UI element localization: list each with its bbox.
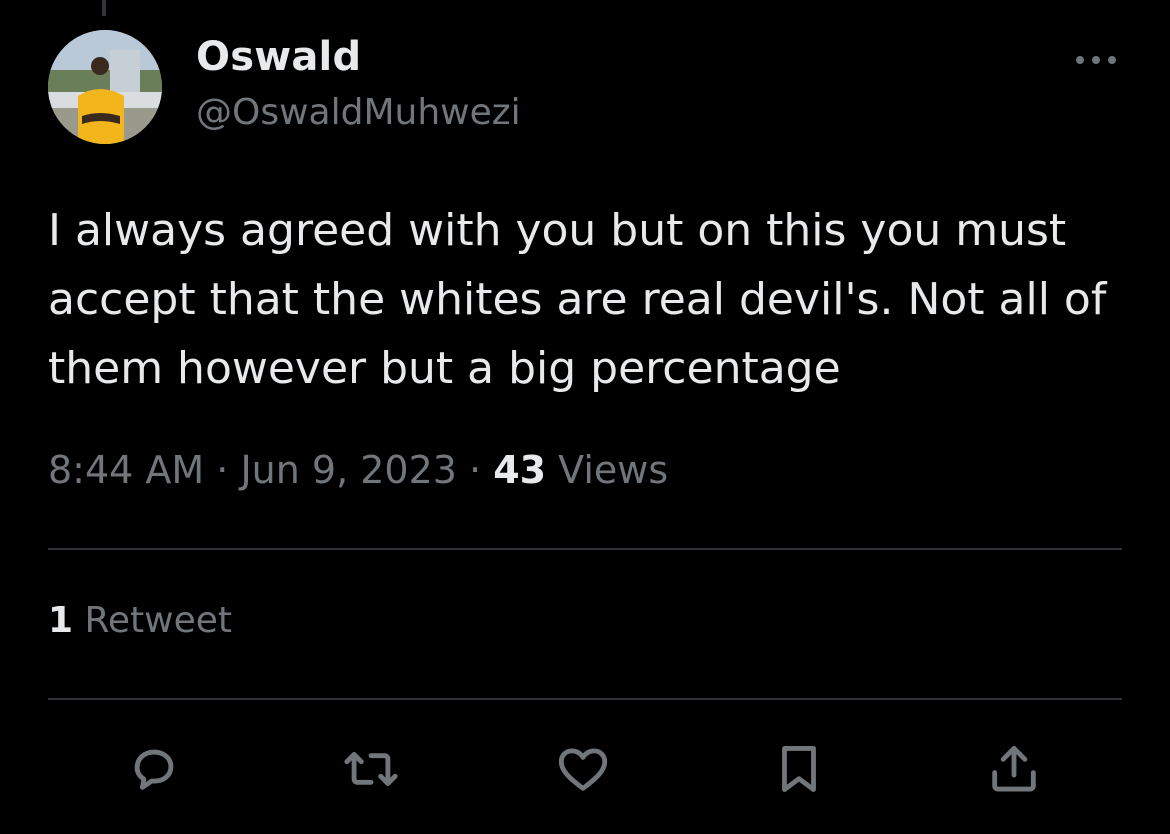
avatar-photo <box>48 30 162 144</box>
share-button[interactable] <box>985 740 1043 798</box>
user-handle[interactable]: @OswaldMuhwezi <box>196 92 521 133</box>
tweet-meta: 8:44 AM · Jun 9, 2023 · 43 Views <box>48 448 668 492</box>
tweet-detail: Oswald @OswaldMuhwezi I always agreed wi… <box>0 0 1170 834</box>
more-options-icon[interactable] <box>1072 48 1120 72</box>
like-button[interactable] <box>554 740 612 798</box>
like-icon <box>558 748 608 791</box>
retweet-icon <box>344 752 398 786</box>
views-count: 43 <box>493 448 547 492</box>
divider <box>48 548 1122 550</box>
divider <box>48 698 1122 700</box>
views-label: Views <box>546 448 669 492</box>
bookmark-button[interactable] <box>770 740 828 798</box>
tweet-time[interactable]: 8:44 AM <box>48 448 204 492</box>
meta-separator: · <box>204 448 241 492</box>
meta-separator: · <box>456 448 494 492</box>
thread-connector-line <box>102 0 106 16</box>
reply-icon <box>134 749 174 790</box>
retweet-count: 1 <box>48 600 74 641</box>
retweet-button[interactable] <box>342 740 400 798</box>
display-name[interactable]: Oswald <box>196 34 361 80</box>
retweets-stat[interactable]: 1 Retweet <box>48 600 232 641</box>
avatar[interactable] <box>48 30 162 144</box>
bookmark-icon <box>782 746 816 792</box>
reply-button[interactable] <box>125 740 183 798</box>
share-icon <box>992 746 1036 792</box>
tweet-text: I always agreed with you but on this you… <box>48 205 1107 394</box>
tweet-date[interactable]: Jun 9, 2023 <box>240 448 457 492</box>
retweet-label: Retweet <box>73 600 233 641</box>
